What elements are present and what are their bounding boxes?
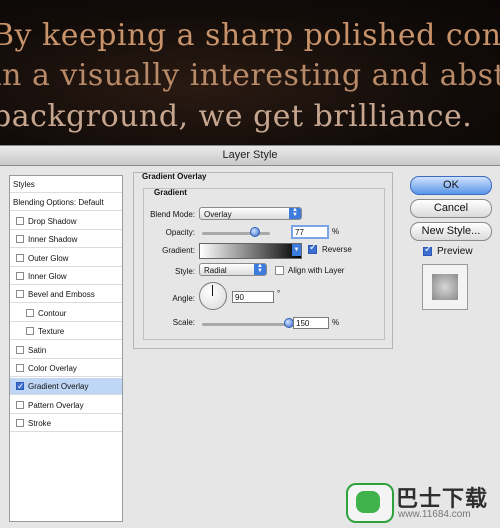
scale-input[interactable]: 150 xyxy=(293,317,329,329)
preview-swatch xyxy=(432,274,458,300)
new-style-button[interactable]: New Style... xyxy=(410,222,492,241)
styles-list-item[interactable]: Inner Glow xyxy=(10,268,122,285)
angle-needle xyxy=(212,285,213,296)
style-checkbox[interactable] xyxy=(16,364,24,372)
gradient-label: Gradient: xyxy=(162,246,195,255)
styles-list-item-label: Inner Shadow xyxy=(28,235,78,245)
styles-list-item-label: Styles xyxy=(13,180,35,189)
styles-list-item[interactable]: Satin xyxy=(10,342,122,359)
styles-list-item[interactable]: Pattern Overlay xyxy=(10,397,122,414)
select-arrows-icon: ▲ ▼ xyxy=(289,207,301,219)
style-checkbox[interactable] xyxy=(16,378,25,395)
style-checkbox[interactable] xyxy=(16,400,24,409)
gradient-subgroup-title: Gradient xyxy=(154,188,187,197)
style-checkbox[interactable] xyxy=(26,327,34,336)
styles-list-item-label: Inner Glow xyxy=(28,272,67,281)
reverse-checkbox[interactable] xyxy=(308,242,317,254)
gradient-picker[interactable]: ▼ xyxy=(199,243,302,259)
styles-list-item[interactable]: Color Overlay xyxy=(10,360,122,377)
styles-list-item[interactable]: Texture xyxy=(10,323,122,341)
angle-unit: ° xyxy=(277,289,281,298)
align-with-layer-checkbox[interactable] xyxy=(275,266,284,275)
style-checkbox[interactable] xyxy=(16,290,24,299)
opacity-unit: % xyxy=(332,227,340,236)
preview-label: Preview xyxy=(437,246,473,257)
cancel-button[interactable]: Cancel xyxy=(410,199,492,218)
hero-line-3: background, we get brilliance. xyxy=(0,99,473,134)
styles-list-item[interactable]: Blending Options: Default xyxy=(10,194,122,212)
style-checkbox[interactable] xyxy=(16,419,24,428)
style-value: Radial xyxy=(204,266,227,275)
opacity-input[interactable]: 77 xyxy=(291,225,329,239)
styles-list-item[interactable]: Drop Shadow xyxy=(10,213,122,230)
blend-mode-label: Blend Mode: xyxy=(150,210,195,219)
watermark: 巴士下载 www.11684.com xyxy=(346,481,496,523)
preview-thumbnail xyxy=(422,264,468,310)
preview-checkbox[interactable] xyxy=(423,244,432,256)
layer-style-dialog: Layer Style Styles Blending Options: Defa… xyxy=(0,145,500,528)
styles-list-item-label: Bevel and Emboss xyxy=(28,290,95,300)
select-arrows-icon: ▲ ▼ xyxy=(254,263,266,275)
styles-list-item-label: Satin xyxy=(28,345,47,355)
style-checkbox[interactable] xyxy=(16,345,24,354)
styles-list-item-label: Color Overlay xyxy=(28,364,77,373)
styles-list-item-label: Drop Shadow xyxy=(28,216,77,226)
styles-list-item-label: Pattern Overlay xyxy=(28,400,84,410)
scale-unit: % xyxy=(332,318,340,327)
styles-list-item[interactable]: Stroke xyxy=(10,415,122,433)
styles-list-item[interactable]: Gradient Overlay xyxy=(10,378,122,396)
styles-list-item-label: Contour xyxy=(38,308,67,318)
dropdown-arrow-icon: ▼ xyxy=(292,244,301,256)
styles-list: Styles Blending Options: Default Drop Shad… xyxy=(9,175,123,522)
hero-line-2: in a visually interesting and abstract xyxy=(0,58,500,93)
style-checkbox[interactable] xyxy=(26,308,34,317)
style-checkbox[interactable] xyxy=(16,253,24,262)
ok-button[interactable]: OK xyxy=(410,176,492,195)
style-checkbox[interactable] xyxy=(16,216,24,225)
angle-label: Angle: xyxy=(172,294,195,303)
styles-list-item[interactable]: Styles xyxy=(10,176,122,193)
watermark-url: www.11684.com xyxy=(398,509,471,520)
angle-input[interactable]: 90 xyxy=(232,291,274,303)
gradient-overlay-title: Gradient Overlay xyxy=(142,172,207,181)
styles-list-item[interactable]: Contour xyxy=(10,305,122,322)
style-checkbox[interactable] xyxy=(16,272,24,280)
scale-slider[interactable] xyxy=(202,323,288,326)
styles-list-item[interactable]: Inner Shadow xyxy=(10,231,122,249)
hero-text-banner: By keeping a sharp polished content in a… xyxy=(0,0,500,145)
style-select[interactable]: Radial ▲ ▼ xyxy=(199,263,267,276)
styles-list-item[interactable]: Outer Glow xyxy=(10,250,122,267)
blend-mode-value: Overlay xyxy=(204,210,232,219)
styles-list-item-label: Outer Glow xyxy=(28,253,69,263)
scale-label: Scale: xyxy=(172,318,195,327)
styles-list-item[interactable]: Bevel and Emboss xyxy=(10,286,122,304)
reverse-label: Reverse xyxy=(322,245,352,254)
styles-list-item-label: Blending Options: Default xyxy=(13,198,104,208)
blend-mode-select[interactable]: Overlay ▲ ▼ xyxy=(199,207,302,220)
opacity-label: Opacity: xyxy=(165,228,195,237)
styles-list-item-label: Texture xyxy=(38,327,65,337)
align-with-layer-label: Align with Layer xyxy=(288,266,345,275)
angle-dial[interactable] xyxy=(199,282,227,310)
hero-line-1: By keeping a sharp polished content xyxy=(0,18,500,53)
styles-list-item-label: Stroke xyxy=(28,419,52,429)
style-checkbox[interactable] xyxy=(16,235,24,244)
dialog-title: Layer Style xyxy=(0,146,500,166)
watermark-logo-icon xyxy=(346,483,394,523)
style-label: Style: xyxy=(174,267,195,276)
styles-list-item-label: Gradient Overlay xyxy=(28,382,89,392)
